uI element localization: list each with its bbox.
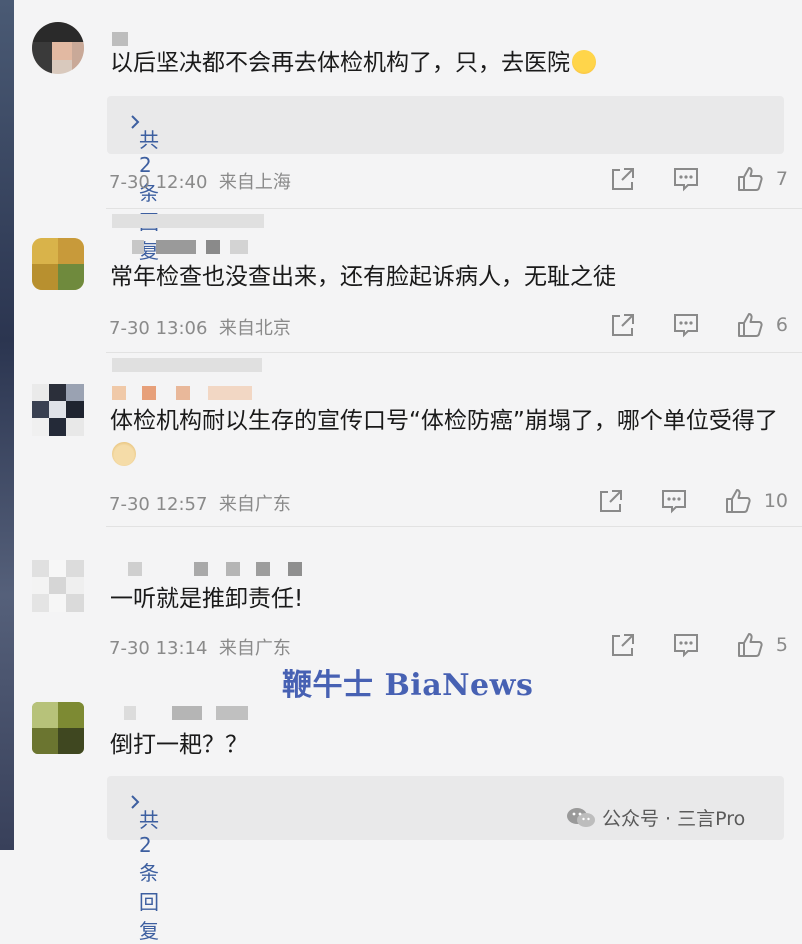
reply-count-link[interactable]: 共2条回复 [139, 804, 159, 944]
thumbs-up-icon [737, 633, 763, 657]
share-button[interactable] [610, 632, 636, 658]
comment-meta: 7-30 12:40 来自上海 [109, 172, 291, 193]
comment-actions: 6 [574, 310, 788, 340]
wechat-icon [567, 807, 595, 827]
comment-item: 体检机构耐以生存的宣传口号“体检防癌”崩塌了，哪个单位受得了 7-30 12:5… [14, 354, 802, 528]
share-icon [611, 314, 634, 336]
crying-face-emoji [572, 50, 596, 74]
comment-icon [673, 314, 698, 338]
share-icon [611, 634, 634, 656]
like-count: 6 [775, 314, 788, 336]
avatar[interactable] [32, 560, 84, 612]
comment-text: 常年检查也没查出来，还有脸起诉病人，无耻之徒 [110, 264, 616, 290]
like-button[interactable]: 5 [736, 631, 788, 659]
comment-actions: 5 [574, 630, 788, 660]
background-strip [0, 0, 14, 850]
comment-meta: 7-30 12:57 来自广东 [109, 494, 291, 515]
comment-text: 以后坚决都不会再去体检机构了，只，去医院 [110, 46, 782, 80]
comment-button[interactable] [672, 312, 700, 338]
thumbs-up-icon [737, 167, 763, 191]
comment-meta: 7-30 13:06 来自北京 [109, 318, 291, 339]
like-count: 5 [775, 634, 788, 656]
like-button[interactable]: 10 [724, 487, 788, 515]
divider [106, 526, 802, 527]
avatar[interactable] [32, 238, 84, 290]
reply-box[interactable]: 共2条回复 [107, 96, 784, 263]
comment-text: 倒打一耙？？ [110, 732, 248, 758]
like-count: 10 [763, 490, 788, 512]
comment-item: 常年检查也没查出来，还有脸起诉病人，无耻之徒 7-30 13:06 来自北京 6 [14, 210, 802, 354]
like-button[interactable]: 7 [736, 165, 788, 193]
like-button[interactable]: 6 [736, 311, 788, 339]
comment-meta: 7-30 13:14 来自广东 [109, 638, 291, 659]
share-button[interactable] [598, 488, 624, 514]
comment-button[interactable] [672, 166, 700, 192]
comment-actions: 7 [574, 164, 788, 194]
comment-button[interactable] [672, 632, 700, 658]
comment-actions: 10 [562, 486, 788, 516]
comment-icon [661, 490, 686, 514]
share-button[interactable] [610, 312, 636, 338]
watermark: 鞭牛士 BiaNews [282, 668, 534, 703]
footer-account-label: 公众号 · 三言Pro [602, 808, 746, 830]
comment-icon [673, 168, 698, 192]
share-icon [611, 168, 634, 190]
share-button[interactable] [610, 166, 636, 192]
comment-icon [673, 634, 698, 658]
comment-text: 体检机构耐以生存的宣传口号“体检防癌”崩塌了，哪个单位受得了 [110, 404, 780, 472]
like-count: 7 [775, 168, 788, 190]
footer-account: 公众号 · 三言Pro [566, 804, 745, 831]
doge-emoji [112, 442, 136, 466]
avatar[interactable] [32, 702, 84, 754]
divider [106, 208, 802, 209]
comment-button[interactable] [660, 488, 688, 514]
avatar[interactable] [32, 384, 84, 436]
divider [106, 352, 802, 353]
comment-text: 一听就是推卸责任! [110, 586, 304, 612]
share-icon [599, 490, 622, 512]
avatar[interactable] [32, 22, 84, 74]
thumbs-up-icon [737, 313, 763, 337]
comment-item: 一听就是推卸责任! 7-30 13:14 来自广东 5 [14, 528, 802, 674]
thumbs-up-icon [725, 489, 751, 513]
comment-item: 以后坚决都不会再去体检机构了，只，去医院 共2条回复 7-30 12:40 来自… [14, 0, 802, 263]
